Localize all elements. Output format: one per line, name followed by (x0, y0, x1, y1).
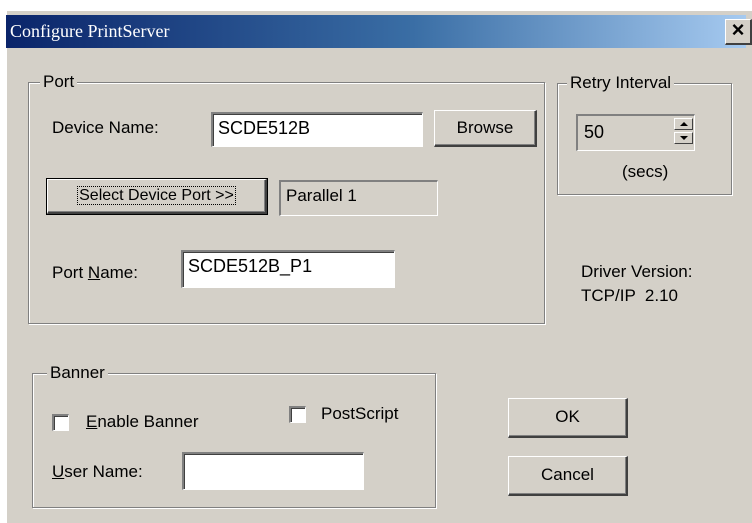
select-device-port-button[interactable]: Select Device Port >> (46, 178, 268, 215)
banner-group-legend: Banner (47, 363, 108, 383)
port-name-input[interactable]: SCDE512B_P1 (181, 250, 395, 288)
title-bar: Configure PrintServer (6, 15, 746, 48)
postscript-label[interactable]: PostScript (321, 404, 398, 424)
user-name-input[interactable] (182, 452, 364, 490)
retry-interval-value: 50 (584, 122, 605, 142)
postscript-checkbox[interactable] (289, 406, 306, 423)
retry-interval-spinner[interactable]: 50 (576, 114, 695, 151)
close-button[interactable]: × (725, 19, 752, 45)
arrow-down-icon (680, 136, 688, 140)
close-icon: × (731, 17, 745, 42)
spin-down-button[interactable] (674, 132, 693, 144)
window-title: Configure PrintServer (10, 21, 170, 41)
device-name-input[interactable]: SCDE512B (211, 112, 423, 147)
ok-button[interactable]: OK (508, 398, 628, 438)
port-name-label: Port Name: (52, 263, 138, 282)
user-name-label: User Name: (52, 462, 143, 481)
cancel-button-label: Cancel (541, 465, 594, 484)
retry-interval-legend: Retry Interval (567, 73, 675, 93)
select-device-port-label: Select Device Port >> (77, 186, 236, 205)
arrow-up-icon (680, 122, 688, 126)
driver-version-label: Driver Version: (581, 262, 693, 281)
enable-banner-label[interactable]: Enable Banner (86, 412, 198, 432)
selected-port-field: Parallel 1 (279, 180, 438, 216)
spin-up-button[interactable] (674, 118, 693, 130)
port-group-legend: Port (40, 72, 78, 92)
device-name-label: Device Name: (52, 118, 159, 137)
retry-interval-unit: (secs) (622, 162, 669, 181)
browse-button[interactable]: Browse (434, 110, 537, 147)
ok-button-label: OK (555, 407, 580, 426)
browse-button-label: Browse (456, 118, 514, 137)
cancel-button[interactable]: Cancel (508, 456, 628, 496)
enable-banner-checkbox[interactable] (52, 414, 69, 431)
driver-version-value: TCP/IP 2.10 (581, 286, 679, 305)
